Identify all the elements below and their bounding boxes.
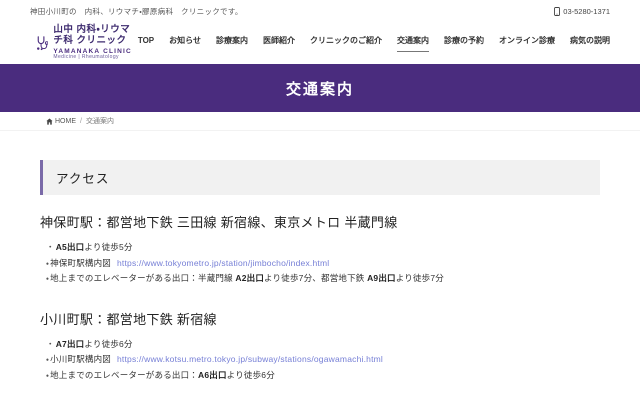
station-detail-item: 小川町駅構内図 https://www.kotsu.metro.tokyo.jp/… — [46, 352, 600, 368]
nav-item-5[interactable]: 交通案内 — [397, 35, 429, 52]
exit-name: A5出口 — [56, 242, 85, 252]
page-title: 交通案内 — [286, 78, 354, 99]
detail-text: 地上までのエレベーターがある出口：半蔵門線 — [50, 273, 235, 283]
page: 神田小川町の 内科、リウマチ・膠原病科 クリニックです。 03-5280-137… — [0, 0, 640, 400]
clinic-logo[interactable]: 山中 内科・リウマチ科 クリニック YAMANAKA CLINIC Medici… — [36, 25, 138, 61]
nav-item-8[interactable]: 病気の説明 — [570, 35, 610, 52]
top-utility-bar: 神田小川町の 内科、リウマチ・膠原病科 クリニックです。 03-5280-137… — [0, 0, 640, 22]
access-section-heading: アクセス — [40, 160, 600, 195]
logo-title: 山中 内科・リウマチ科 クリニック — [53, 25, 137, 47]
station-detail-item: 神保町駅構内図 https://www.tokyometro.jp/station… — [46, 256, 600, 272]
breadcrumb-current: 交通案内 — [86, 116, 114, 126]
detail-text: 小川町駅構内図 — [50, 354, 111, 364]
detail-text: 神保町駅構内図 — [50, 258, 111, 268]
nav-item-4[interactable]: クリニックのご紹介 — [310, 35, 382, 52]
station-map-link[interactable]: https://www.kotsu.metro.tokyo.jp/subway/… — [117, 354, 383, 364]
exit-name: A6出口 — [198, 370, 227, 380]
exit-name: A9出口 — [367, 273, 396, 283]
phone-icon — [554, 7, 560, 16]
station-title: 神保町駅：都営地下鉄 三田線 新宿線、東京メトロ 半蔵門線 — [40, 212, 600, 231]
station-map-link[interactable]: https://www.tokyometro.jp/station/jimboc… — [117, 258, 329, 268]
logo-tagline: Medicine | Rheumatology — [53, 55, 137, 61]
logo-text: 山中 内科・リウマチ科 クリニック YAMANAKA CLINIC Medici… — [53, 25, 137, 61]
detail-text: 地上までのエレベーターがある出口： — [50, 370, 198, 380]
station-detail-list: A5出口より徒歩5分神保町駅構内図 https://www.tokyometro.… — [40, 240, 600, 287]
station-section: 神保町駅：都営地下鉄 三田線 新宿線、東京メトロ 半蔵門線A5出口より徒歩5分神… — [40, 212, 600, 287]
home-icon — [46, 118, 53, 125]
station-detail-list: A7出口より徒歩6分小川町駅構内図https://www.kotsu.metro… — [40, 337, 600, 384]
detail-text: より徒歩7分 — [396, 273, 444, 283]
detail-text: より徒歩6分 — [84, 339, 132, 349]
stethoscope-icon — [36, 30, 48, 56]
main-content: アクセス 神保町駅：都営地下鉄 三田線 新宿線、東京メトロ 半蔵門線A5出口より… — [0, 131, 640, 400]
site-header: 山中 内科・リウマチ科 クリニック YAMANAKA CLINIC Medici… — [0, 22, 640, 64]
nav-item-1[interactable]: お知らせ — [169, 35, 201, 52]
exit-name: A7出口 — [56, 339, 85, 349]
station-section: 小川町駅：都営地下鉄 新宿線A7出口より徒歩6分小川町駅構内図https://w… — [40, 309, 600, 384]
station-list: 神保町駅：都営地下鉄 三田線 新宿線、東京メトロ 半蔵門線A5出口より徒歩5分神… — [40, 212, 600, 400]
station-detail-item: 地上までのエレベーターがある出口：半蔵門線 A2出口より徒歩7分、都営地下鉄 A… — [46, 271, 600, 287]
phone-number: 03-5280-1371 — [563, 7, 610, 16]
station-detail-item: A7出口より徒歩6分 — [46, 337, 600, 353]
detail-text: より徒歩6分 — [227, 370, 275, 380]
nav-item-6[interactable]: 診療の予約 — [444, 35, 484, 52]
detail-text: より徒歩7分、都営地下鉄 — [264, 273, 367, 283]
station-detail-item: A5出口より徒歩5分 — [46, 240, 600, 256]
station-detail-item: 地上までのエレベーターがある出口：A6出口より徒歩6分 — [46, 368, 600, 384]
breadcrumb-home-label: HOME — [55, 118, 76, 125]
nav-item-7[interactable]: オンライン診療 — [499, 35, 555, 52]
exit-name: A2出口 — [235, 273, 264, 283]
nav-item-0[interactable]: TOP — [138, 36, 154, 51]
detail-text: より徒歩5分 — [84, 242, 132, 252]
nav-item-2[interactable]: 診療案内 — [216, 35, 248, 52]
phone-link[interactable]: 03-5280-1371 — [554, 7, 610, 16]
breadcrumb: HOME / 交通案内 — [0, 112, 640, 131]
site-tagline: 神田小川町の 内科、リウマチ・膠原病科 クリニックです。 — [30, 6, 243, 17]
breadcrumb-home-link[interactable]: HOME — [46, 118, 76, 125]
breadcrumb-separator: / — [80, 118, 82, 125]
main-nav: TOP お知らせ診療案内医師紹介クリニックのご紹介交通案内診療の予約オンライン診療… — [138, 35, 610, 52]
nav-item-3[interactable]: 医師紹介 — [263, 35, 295, 52]
page-banner: 交通案内 — [0, 64, 640, 112]
station-title: 小川町駅：都営地下鉄 新宿線 — [40, 309, 600, 328]
